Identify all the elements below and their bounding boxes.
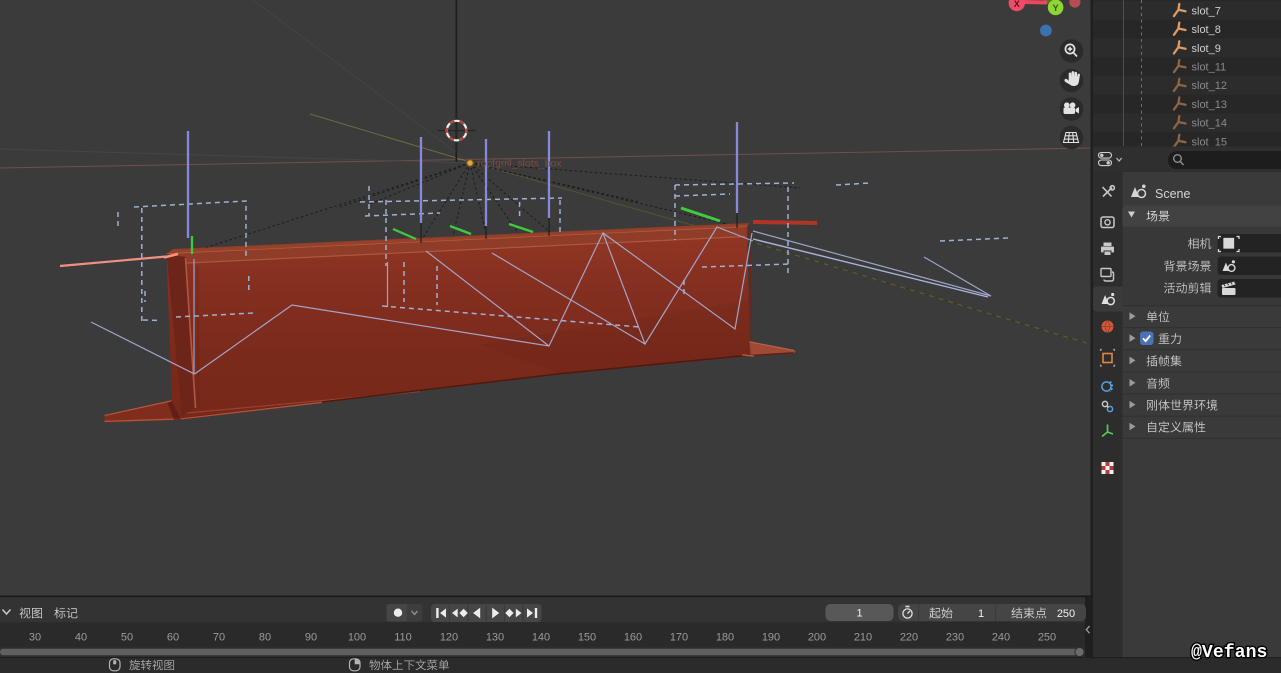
svg-text:230: 230 xyxy=(946,632,964,644)
svg-text:190: 190 xyxy=(762,632,780,644)
svg-text:30: 30 xyxy=(29,632,41,644)
svg-text:180: 180 xyxy=(716,632,734,644)
svg-text:1: 1 xyxy=(978,608,984,620)
svg-text:220: 220 xyxy=(900,632,918,644)
svg-text:Y: Y xyxy=(1053,3,1059,13)
svg-text:slot_7: slot_7 xyxy=(1192,5,1221,17)
svg-text:slot_11: slot_11 xyxy=(1192,62,1227,74)
svg-text:50: 50 xyxy=(121,632,133,644)
svg-text:130: 130 xyxy=(486,632,504,644)
svg-text:slot_9: slot_9 xyxy=(1192,43,1221,55)
svg-text:160: 160 xyxy=(624,632,642,644)
svg-text:150: 150 xyxy=(578,632,596,644)
svg-text:250: 250 xyxy=(1038,632,1056,644)
svg-text:slot_8: slot_8 xyxy=(1192,24,1221,36)
svg-text:100: 100 xyxy=(348,632,366,644)
svg-text:90: 90 xyxy=(305,632,317,644)
svg-text:110: 110 xyxy=(394,632,412,644)
svg-text:80: 80 xyxy=(259,632,271,644)
svg-text:1: 1 xyxy=(856,608,862,620)
svg-text:200: 200 xyxy=(808,632,826,644)
svg-text:X: X xyxy=(1014,0,1020,9)
svg-text:210: 210 xyxy=(854,632,872,644)
svg-text:250: 250 xyxy=(1057,608,1075,620)
svg-text:70: 70 xyxy=(213,632,225,644)
svg-text:slot_13: slot_13 xyxy=(1192,99,1227,111)
svg-text:Scene: Scene xyxy=(1155,187,1190,201)
svg-text:170: 170 xyxy=(670,632,688,644)
svg-text:240: 240 xyxy=(992,632,1010,644)
svg-text:slot_14: slot_14 xyxy=(1192,118,1227,130)
svg-text:40: 40 xyxy=(75,632,87,644)
svg-text:120: 120 xyxy=(440,632,458,644)
svg-text:@Vefans: @Vefans xyxy=(1191,643,1267,663)
svg-text:slot_12: slot_12 xyxy=(1192,80,1227,92)
svg-text:140: 140 xyxy=(532,632,550,644)
svg-text:roofgrill_slots_box: roofgrill_slots_box xyxy=(477,158,562,170)
svg-text:60: 60 xyxy=(167,632,179,644)
